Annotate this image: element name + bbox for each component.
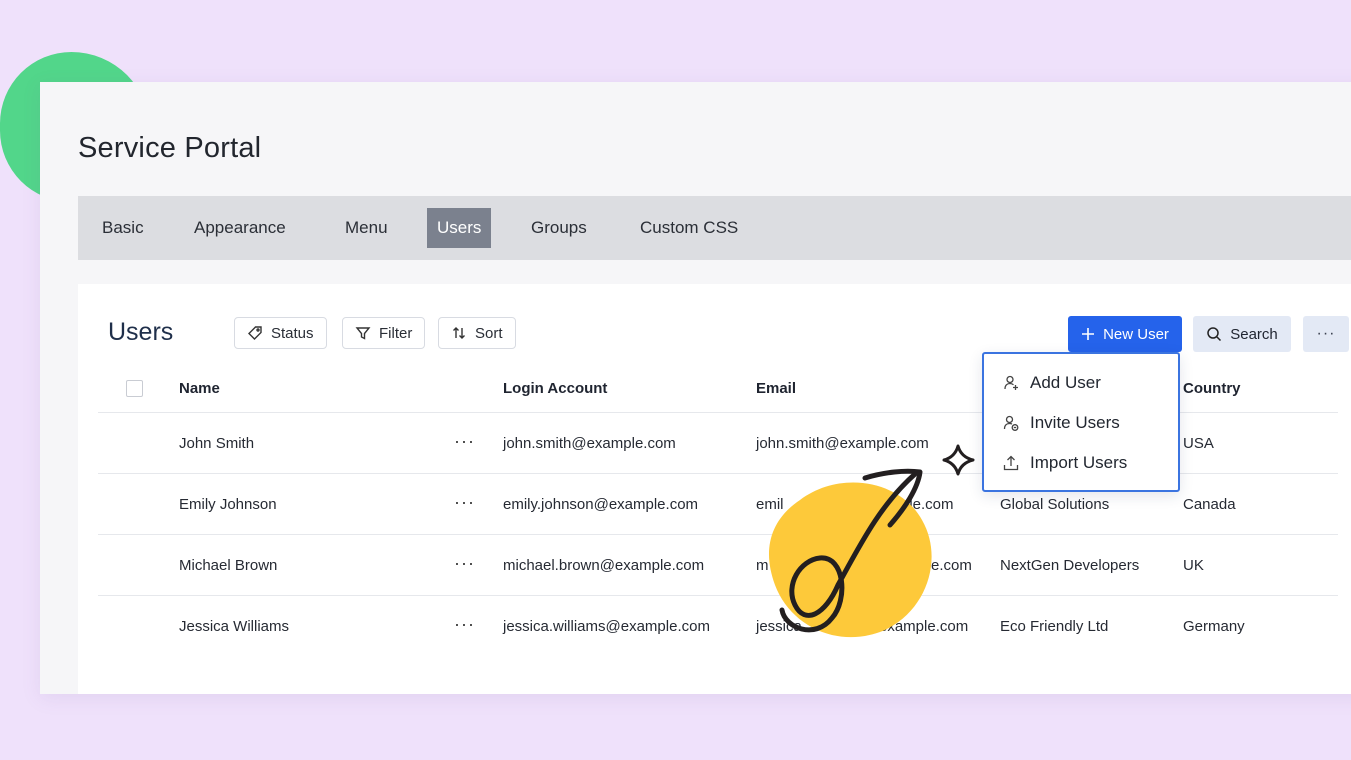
tab-basic[interactable]: Basic xyxy=(92,208,154,248)
status-button[interactable]: Status xyxy=(234,317,327,349)
cell-name: Michael Brown xyxy=(179,557,278,574)
tab-groups[interactable]: Groups xyxy=(521,208,597,248)
cell-login: emily.johnson@example.com xyxy=(503,496,699,513)
cell-email-start: emil xyxy=(756,496,784,513)
cell-country: UK xyxy=(1183,557,1204,574)
cell-email-end: ple.com xyxy=(901,496,954,513)
row-actions-button[interactable]: ··· xyxy=(454,614,475,635)
table-row[interactable]: Jessica Williams ··· jessica.williams@ex… xyxy=(98,595,1338,657)
plus-icon xyxy=(1082,328,1095,340)
new-user-dropdown-menu: Add User Invite Users Import Users xyxy=(982,352,1180,492)
search-button[interactable]: Search xyxy=(1193,316,1291,352)
cell-country: Germany xyxy=(1183,618,1245,635)
cell-email-end: example.com xyxy=(879,618,969,635)
cell-email-start: m xyxy=(756,557,769,574)
tag-icon xyxy=(248,326,262,340)
status-label: Status xyxy=(271,324,314,342)
user-invite-icon xyxy=(1003,415,1019,431)
cell-name: Jessica Williams xyxy=(179,618,290,635)
cell-company: NextGen Developers xyxy=(1000,557,1140,574)
column-header-login-account: Login Account xyxy=(503,380,608,397)
search-label: Search xyxy=(1230,325,1278,343)
menu-item-label: Add User xyxy=(1030,373,1101,392)
cell-country: Canada xyxy=(1183,496,1236,513)
sort-label: Sort xyxy=(475,324,503,342)
search-icon xyxy=(1207,327,1222,342)
cell-name: John Smith xyxy=(179,435,255,452)
page-title: Service Portal xyxy=(78,132,262,164)
row-actions-button[interactable]: ··· xyxy=(454,492,475,513)
tab-custom-css[interactable]: Custom CSS xyxy=(630,208,748,248)
menu-item-import-users[interactable]: Import Users xyxy=(1002,449,1127,477)
tab-bar: Basic Appearance Menu Users Groups Custo… xyxy=(78,196,1351,260)
column-header-country: Country xyxy=(1183,380,1241,397)
section-title: Users xyxy=(108,318,174,346)
tab-appearance[interactable]: Appearance xyxy=(184,208,296,248)
filter-button[interactable]: Filter xyxy=(342,317,426,349)
new-user-button[interactable]: New User xyxy=(1068,316,1182,352)
cell-company: Eco Friendly Ltd xyxy=(1000,618,1109,635)
upload-icon xyxy=(1003,455,1019,471)
user-add-icon xyxy=(1004,375,1018,390)
new-user-label: New User xyxy=(1103,325,1169,343)
more-options-button[interactable]: ··· xyxy=(1303,316,1349,352)
menu-item-label: Import Users xyxy=(1030,453,1128,472)
sort-button[interactable]: Sort xyxy=(438,317,516,349)
cell-email-end: e.com xyxy=(931,557,972,574)
filter-label: Filter xyxy=(379,324,413,342)
cell-email-start: jessica xyxy=(756,618,802,635)
row-actions-button[interactable]: ··· xyxy=(454,431,475,452)
menu-item-invite-users[interactable]: Invite Users xyxy=(1002,409,1120,437)
cell-login: john.smith@example.com xyxy=(503,435,676,452)
select-all-checkbox[interactable] xyxy=(126,380,143,397)
table-row[interactable]: Michael Brown ··· michael.brown@example.… xyxy=(98,534,1338,596)
column-header-name: Name xyxy=(179,380,220,397)
cell-name: Emily Johnson xyxy=(179,496,277,513)
tab-users[interactable]: Users xyxy=(427,208,492,248)
sort-icon xyxy=(453,327,465,339)
tab-menu[interactable]: Menu xyxy=(335,208,398,248)
column-header-email: Email xyxy=(756,380,797,397)
menu-item-label: Invite Users xyxy=(1030,413,1120,432)
filter-icon xyxy=(355,327,371,340)
cell-country: USA xyxy=(1183,435,1214,452)
cell-email: john.smith@example.com xyxy=(756,435,929,452)
menu-item-add-user[interactable]: Add User xyxy=(1002,369,1101,397)
row-actions-button[interactable]: ··· xyxy=(454,553,475,574)
cell-login: jessica.williams@example.com xyxy=(503,618,710,635)
cell-login: michael.brown@example.com xyxy=(503,557,705,574)
cell-company: Global Solutions xyxy=(1000,496,1110,513)
